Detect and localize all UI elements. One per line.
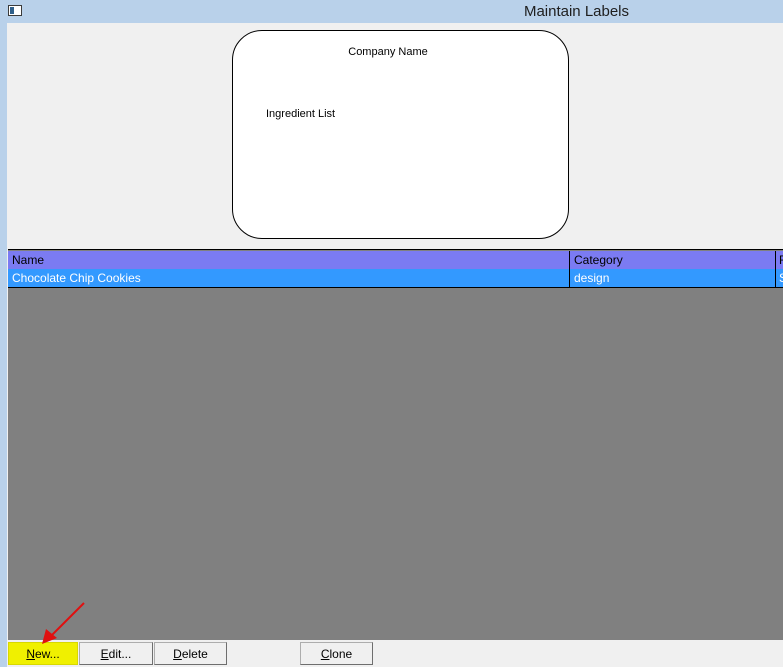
new-label: ew...	[34, 647, 60, 661]
table-row[interactable]: Chocolate Chip Cookies design S	[8, 269, 783, 288]
edit-button[interactable]: Edit...	[79, 642, 153, 665]
edit-label: dit...	[108, 647, 132, 661]
new-button[interactable]: New...	[8, 642, 78, 665]
company-name-text: Company Name	[348, 46, 428, 58]
ingredient-list-text: Ingredient List	[266, 108, 336, 120]
pointer-arrow-icon	[42, 602, 85, 644]
new-accelerator: N	[26, 647, 35, 661]
labels-grid[interactable]: Name Category F Chocolate Chip Cookies d…	[8, 249, 783, 640]
cell-category[interactable]: design	[570, 269, 776, 287]
delete-label: elete	[181, 647, 208, 661]
button-bar: New... Edit... Delete Clone	[7, 640, 783, 667]
title-bar: Maintain Labels	[0, 0, 783, 24]
column-header-name[interactable]: Name	[8, 251, 570, 269]
column-header-truncated[interactable]: F	[776, 251, 783, 269]
delete-button[interactable]: Delete	[154, 642, 227, 665]
cell-name[interactable]: Chocolate Chip Cookies	[8, 269, 570, 287]
clone-label: lone	[329, 647, 353, 661]
edit-accelerator: E	[100, 647, 109, 661]
delete-accelerator: D	[173, 647, 182, 661]
column-header-category[interactable]: Category	[570, 251, 776, 269]
arrow-shaft	[49, 602, 85, 638]
clone-button[interactable]: Clone	[300, 642, 373, 665]
label-preview-card: Company Name Ingredient List	[232, 30, 569, 239]
cell-truncated[interactable]: S	[776, 269, 783, 287]
window-left-border	[0, 23, 7, 667]
label-preview-area: Company Name Ingredient List	[7, 23, 783, 249]
grid-header: Name Category F	[8, 251, 783, 270]
window-title: Maintain Labels	[523, 3, 630, 20]
